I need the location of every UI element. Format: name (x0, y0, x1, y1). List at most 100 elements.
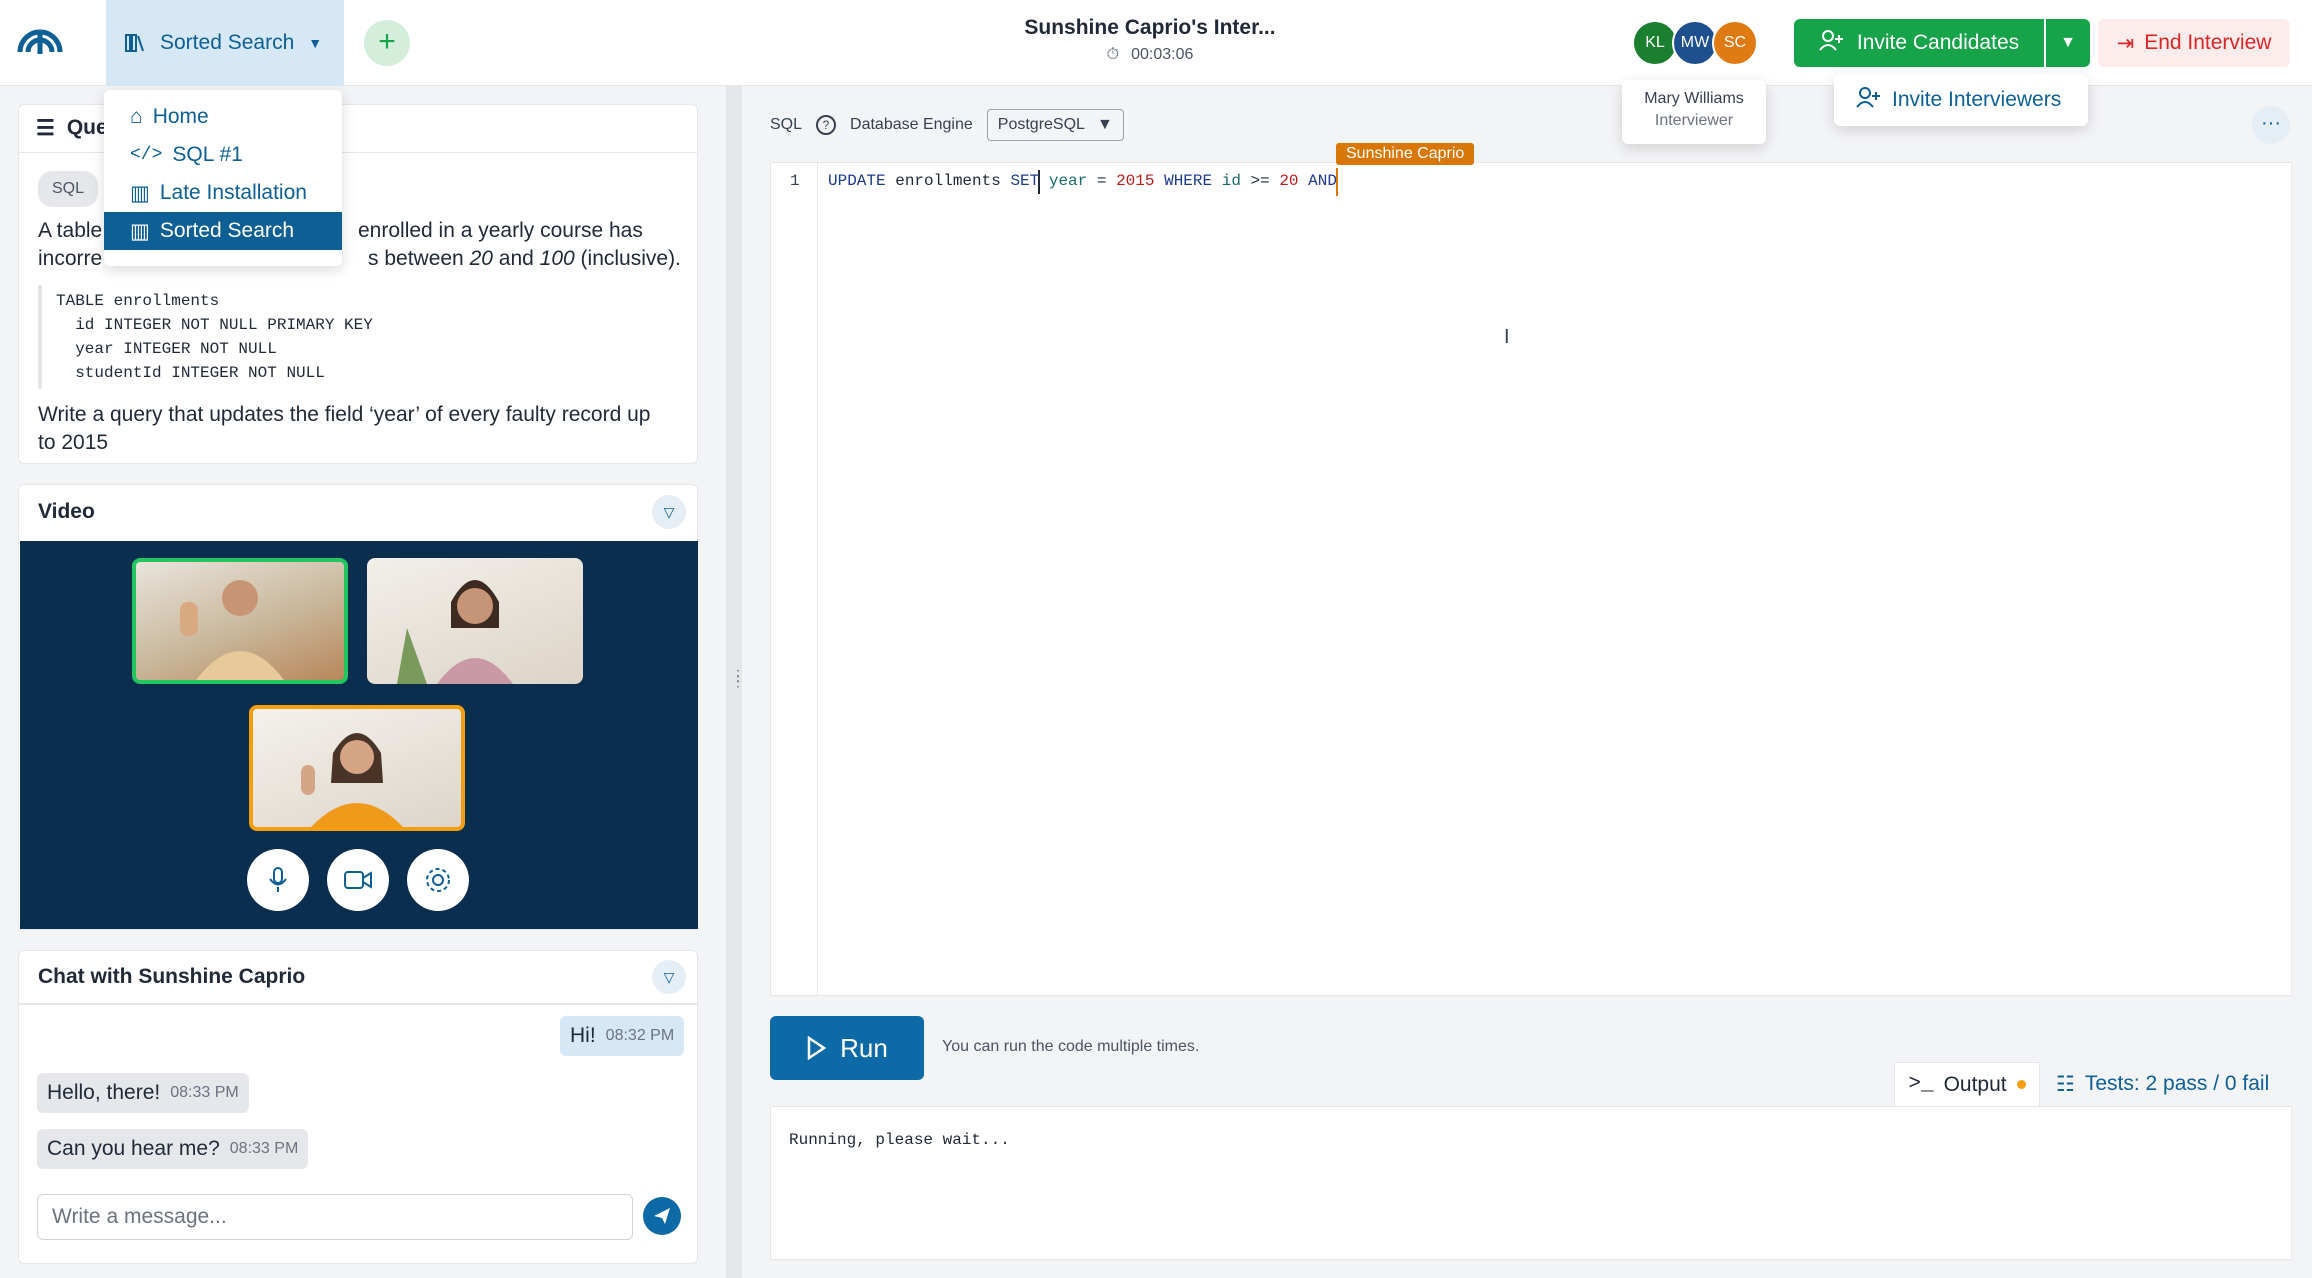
library-icon: ▥ (130, 219, 150, 243)
tooltip-role: Interviewer (1654, 112, 1734, 129)
question-panel-title: Que (66, 116, 108, 139)
exit-icon: ⇥ (2116, 31, 2135, 55)
library-icon (125, 34, 144, 52)
code-token: year (1039, 172, 1088, 190)
database-engine-label: Database Engine (850, 116, 973, 133)
chat-panel-title: Chat with Sunshine Caprio (38, 965, 306, 988)
code-token: SET (1010, 172, 1040, 190)
code-token: enrollments (885, 172, 1011, 190)
question-text: enrolled in a yearly course has (358, 219, 643, 242)
invite-candidates-button[interactable]: Invite Candidates (1794, 19, 2044, 67)
code-token: AND (1308, 172, 1337, 190)
gear-icon (426, 868, 450, 892)
send-button[interactable] (643, 1197, 681, 1235)
end-interview-button[interactable]: ⇥ End Interview (2098, 19, 2290, 67)
chat-message: Can you hear me? 08:33 PM (37, 1129, 309, 1169)
code-line[interactable]: UPDATE enrollments SET year = 2015 WHERE… (828, 172, 1337, 190)
avatar[interactable]: SC (1712, 20, 1758, 66)
menu-item-sorted-search[interactable]: ▥ Sorted Search (104, 212, 342, 250)
code-token: UPDATE (828, 172, 886, 190)
collapse-chat-button[interactable]: ▽ (652, 960, 686, 994)
run-button[interactable]: Run (770, 1016, 924, 1080)
question-text: s between (368, 247, 470, 270)
editor-gutter (770, 162, 818, 996)
library-icon: ▥ (130, 181, 150, 205)
line-number: 1 (790, 172, 800, 190)
microphone-toggle[interactable] (247, 849, 309, 911)
code-editor[interactable] (770, 162, 2292, 996)
code-icon: </> (130, 145, 163, 165)
question-selector-label: Sorted Search (160, 31, 295, 54)
question-text: Write a query that updates the field ‘ye… (38, 403, 651, 426)
question-menu: ⌂ Home </> SQL #1 ▥ Late Installation ▥ Sort… (104, 90, 342, 266)
home-icon: ⌂ (130, 105, 143, 128)
tab-tests[interactable]: ☷ Tests: 2 pass / 0 fail (2056, 1062, 2292, 1106)
question-text: incorre (38, 247, 103, 270)
invite-candidates-label: Invite Candidates (1856, 31, 2020, 54)
app-logo-icon[interactable] (16, 20, 64, 68)
question-tag: SQL (38, 171, 99, 207)
invite-options-button[interactable]: ▼ (2046, 19, 2090, 67)
timer-value: 00:03:06 (1131, 46, 1194, 63)
collaborator-cursor (1336, 168, 1338, 196)
database-engine-select[interactable]: PostgreSQL ▼ (986, 109, 1124, 141)
editor-toolbar: SQL ? Database Engine PostgreSQL ▼ (770, 106, 1470, 144)
language-label: SQL (770, 116, 803, 133)
invite-interviewers-menu-item[interactable]: Invite Interviewers (1834, 74, 2088, 126)
chevron-down-icon: ▼ (1096, 116, 1113, 133)
camera-icon (344, 871, 372, 889)
tooltip-name: Mary Williams (1644, 90, 1744, 107)
collapse-video-button[interactable]: ▽ (652, 495, 686, 529)
code-token: 2015 (1116, 172, 1155, 190)
output-console: Running, please wait... (770, 1106, 2292, 1260)
chat-message-input[interactable]: Write a message... (37, 1194, 633, 1240)
menu-item-home[interactable]: ⌂ Home (104, 98, 342, 136)
text-cursor (1038, 170, 1040, 194)
avatar-tooltip: Mary Williams Interviewer (1622, 80, 1766, 144)
list-icon: ☰ (36, 116, 55, 140)
video-tile-candidate[interactable] (249, 705, 465, 831)
invite-interviewers-label: Invite Interviewers (1892, 88, 2062, 111)
question-text: A table (38, 219, 103, 242)
camera-toggle[interactable] (327, 849, 389, 911)
run-label: Run (840, 1032, 888, 1063)
checklist-icon: ☷ (2056, 1072, 2075, 1096)
send-icon (654, 1208, 670, 1224)
schema-code-block: TABLE enrollments id INTEGER NOT NULL PR… (38, 285, 678, 389)
chat-message: Hi! 08:32 PM (560, 1016, 685, 1056)
play-icon (807, 1036, 827, 1060)
add-user-icon (1819, 29, 1843, 57)
code-token: WHERE (1164, 172, 1213, 190)
end-interview-label: End Interview (2144, 31, 2272, 54)
video-tile-interviewer[interactable] (132, 558, 348, 684)
terminal-icon: >_ (1908, 1073, 1934, 1096)
menu-item-late-installation[interactable]: ▥ Late Installation (104, 174, 342, 212)
menu-item-sql-1[interactable]: </> SQL #1 (104, 136, 342, 174)
video-tile-interviewer[interactable] (367, 558, 583, 684)
status-dot (2016, 1080, 2026, 1089)
add-user-icon (1856, 86, 1880, 114)
help-icon[interactable]: ? (816, 115, 837, 135)
mouse-ibeam-icon: I (1504, 326, 1510, 348)
question-selector[interactable]: Sorted Search ▼ (106, 0, 344, 86)
code-token: 20 (1279, 172, 1299, 190)
video-settings-button[interactable] (407, 849, 469, 911)
collaborator-cursor-label: Sunshine Caprio (1336, 143, 1475, 165)
range-high: 100 (539, 247, 575, 270)
panel-splitter[interactable]: ⋮ ⋮ (726, 86, 745, 1278)
add-question-button[interactable]: + (364, 20, 410, 66)
code-token: >= (1240, 172, 1280, 190)
chat-message: Hello, there! 08:33 PM (37, 1073, 249, 1113)
session-title: Sunshine Caprio's Inter... (1024, 16, 1276, 39)
video-panel-title: Video (38, 500, 95, 523)
stopwatch-icon: ⏱ (1106, 46, 1120, 63)
drag-handle-icon: ⋮ ⋮ (731, 667, 745, 689)
tab-output[interactable]: >_ Output (1894, 1062, 2040, 1106)
run-hint: You can run the code multiple times. (942, 1038, 1200, 1055)
more-options-button[interactable]: ··· (2252, 106, 2290, 144)
chat-divider (19, 1003, 697, 1005)
microphone-icon (269, 867, 287, 892)
code-token: = (1087, 172, 1117, 190)
